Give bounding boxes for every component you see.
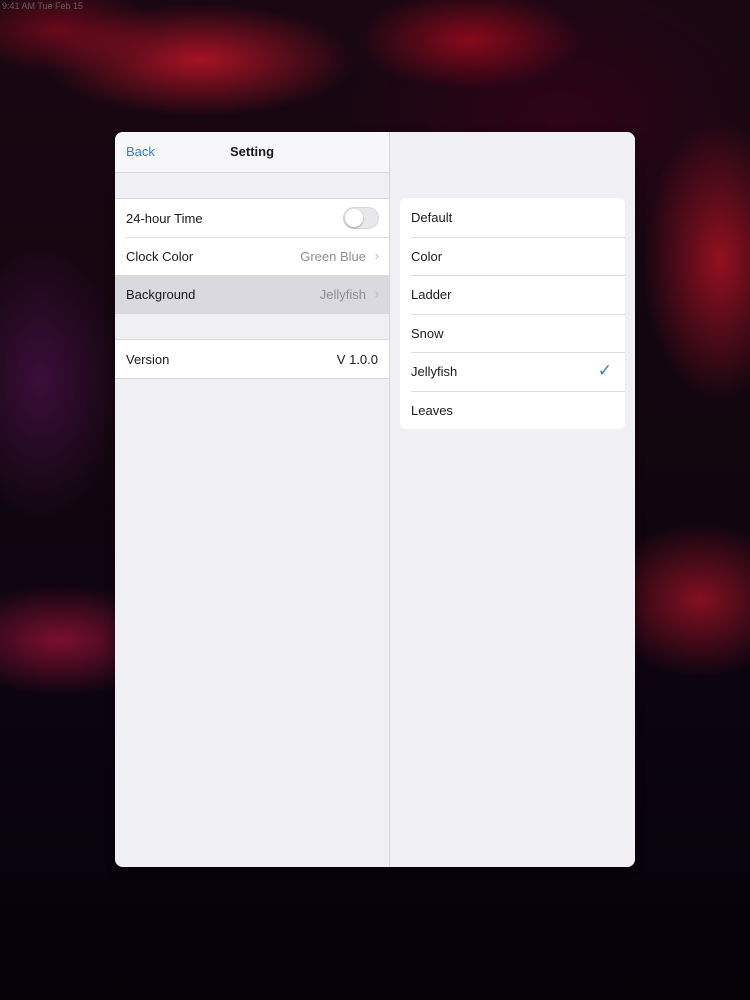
option-label: Jellyfish — [411, 364, 458, 379]
background-option-jellyfish[interactable]: Jellyfish ✓ — [400, 352, 625, 391]
navigation-bar: Back Setting — [115, 132, 389, 173]
24-hour-time-toggle[interactable] — [343, 207, 379, 229]
option-label: Ladder — [411, 287, 452, 302]
background-option-color[interactable]: Color — [400, 236, 625, 276]
background-option-ladder[interactable]: Ladder — [400, 275, 625, 314]
background-option-leaves[interactable]: Leaves — [400, 390, 625, 430]
option-label: Snow — [411, 325, 444, 341]
setting-label: Version — [126, 352, 170, 367]
setting-label: Clock Color — [126, 249, 194, 264]
option-label: Default — [411, 210, 453, 225]
settings-master-pane: Back Setting 24-hour Time Clock Color Gr… — [115, 132, 390, 867]
setting-value: Jellyfish — [319, 287, 366, 302]
setting-label: Background — [126, 287, 196, 302]
status-bar-text: 9:41 AM Tue Feb 15 — [2, 1, 84, 11]
page-title: Setting — [229, 144, 275, 159]
setting-label: 24-hour Time — [126, 211, 203, 226]
setting-row-background[interactable]: Background Jellyfish › — [115, 275, 389, 313]
setting-row-clock-color[interactable]: Clock Color Green Blue › — [115, 237, 389, 275]
chevron-right-icon: › — [374, 248, 379, 263]
info-group: Version V 1.0.0 — [115, 339, 389, 379]
chevron-right-icon: › — [374, 286, 379, 301]
background-options-list: Default Color Ladder Snow Jellyfish ✓ Le… — [400, 198, 625, 429]
setting-value: Green Blue — [300, 249, 366, 264]
checkmark-icon: ✓ — [597, 361, 612, 380]
background-option-snow[interactable]: Snow — [400, 313, 625, 353]
background-detail-pane: Default Color Ladder Snow Jellyfish ✓ Le… — [390, 132, 635, 867]
background-option-default[interactable]: Default — [400, 198, 625, 237]
version-value: V 1.0.0 — [336, 352, 378, 367]
option-label: Leaves — [411, 402, 453, 418]
settings-popover: Back Setting 24-hour Time Clock Color Gr… — [115, 132, 635, 867]
setting-row-version: Version V 1.0.0 — [115, 340, 389, 378]
toggle-knob — [345, 209, 363, 227]
settings-group: 24-hour Time Clock Color Green Blue › Ba… — [115, 198, 389, 314]
setting-row-24-hour-time: 24-hour Time — [115, 199, 389, 237]
option-label: Color — [411, 248, 443, 264]
